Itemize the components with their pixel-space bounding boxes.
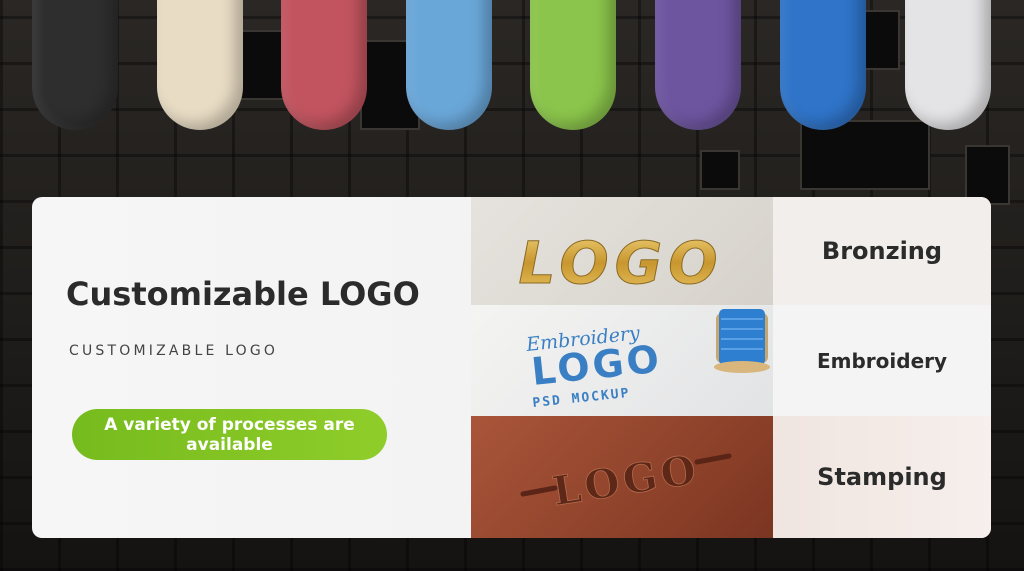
- swatch-purple[interactable]: [655, 0, 741, 130]
- building-window: [965, 145, 1010, 205]
- embroidery-label-cell: Embroidery: [773, 305, 991, 416]
- logo-customization-card: Customizable LOGO CUSTOMIZABLE LOGO A va…: [32, 197, 991, 538]
- processes-button-label: A variety of processes are available: [104, 414, 355, 455]
- bronzing-logo-text: LOGO: [518, 229, 723, 297]
- stamping-sample-image: LOGO: [471, 416, 773, 538]
- swatch-blue[interactable]: [780, 0, 866, 130]
- swatch-light-blue[interactable]: [406, 0, 492, 130]
- stamping-logo-graphic: LOGO: [520, 445, 732, 516]
- embroidery-label: Embroidery: [816, 348, 948, 373]
- building-window: [700, 150, 740, 190]
- stamping-logo-text: LOGO: [549, 446, 703, 516]
- swatch-green[interactable]: [530, 0, 616, 130]
- swatch-cream[interactable]: [157, 0, 243, 130]
- swatch-black[interactable]: [32, 0, 118, 130]
- embroidery-sample-image: Embroidery LOGO PSD MOCKUP: [471, 305, 773, 416]
- building-window: [800, 120, 930, 190]
- stamping-label-cell: Stamping: [773, 416, 991, 538]
- embroidery-logo-graphic: Embroidery LOGO PSD MOCKUP: [524, 309, 770, 411]
- card-title: Customizable LOGO: [66, 275, 420, 313]
- swatch-red[interactable]: [281, 0, 367, 130]
- swatch-white[interactable]: [905, 0, 991, 130]
- bronzing-label: Bronzing: [821, 237, 943, 265]
- thread-spool-icon: [714, 309, 770, 373]
- bronzing-sample-image: LOGO: [471, 197, 773, 305]
- processes-button[interactable]: A variety of processes are available: [72, 409, 387, 460]
- card-subtitle: CUSTOMIZABLE LOGO: [69, 343, 279, 359]
- building-window: [860, 10, 900, 70]
- bronzing-logo-graphic: LOGO: [518, 229, 723, 298]
- bronzing-label-cell: Bronzing: [773, 197, 991, 305]
- stamping-label: Stamping: [817, 463, 947, 491]
